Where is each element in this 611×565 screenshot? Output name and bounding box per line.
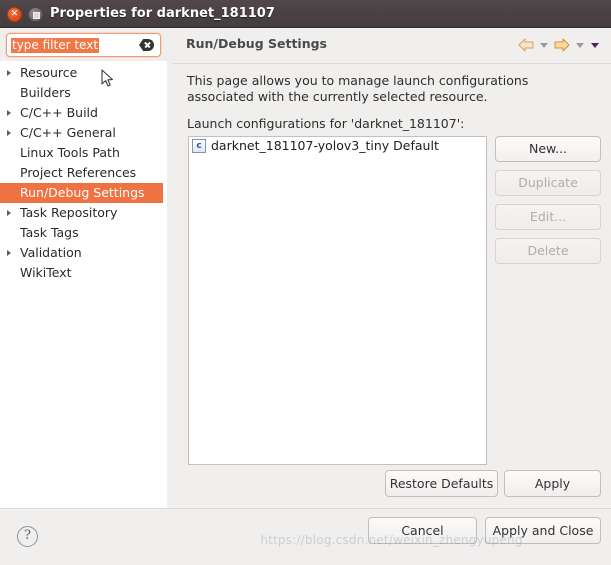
expand-triangle-icon[interactable] (7, 250, 11, 256)
forward-arrow-icon[interactable] (553, 37, 571, 53)
settings-sidebar: type filter text Resource Builders C/C++ B… (0, 29, 167, 508)
page-menu-chevron-down-icon[interactable] (589, 37, 601, 53)
new-button[interactable]: New... (495, 136, 601, 162)
page-header: Run/Debug Settings (172, 29, 611, 64)
c-launch-config-icon-letter: c (196, 141, 202, 151)
expand-triangle-icon[interactable] (7, 130, 11, 136)
sidebar-item-task-repository[interactable]: Task Repository (0, 203, 167, 223)
sidebar-item-run-debug-settings[interactable]: Run/Debug Settings (0, 183, 163, 203)
list-item[interactable]: c darknet_181107-yolov3_tiny Default (189, 137, 486, 155)
filter-input-value: type filter text (11, 38, 100, 53)
main-panel: Run/Debug Settings This page allows you … (172, 29, 611, 508)
sidebar-item-label: Run/Debug Settings (20, 185, 145, 200)
chevron-down-glyph (540, 43, 548, 48)
sidebar-item-label: WikiText (20, 265, 72, 280)
clear-backspace-icon[interactable] (139, 39, 154, 51)
sidebar-item-label: Project References (20, 165, 137, 180)
settings-tree[interactable]: Resource Builders C/C++ Build C/C++ General… (0, 61, 167, 508)
close-glyph: ✕ (10, 9, 19, 19)
search-input[interactable]: type filter text (6, 33, 161, 57)
sidebar-item-label: Linux Tools Path (20, 145, 120, 160)
sidebar-item-project-references[interactable]: Project References (0, 163, 167, 183)
properties-dialog: ✕ Properties for darknet_181107 type fil… (0, 0, 611, 565)
sidebar-item-label: C/C++ General (20, 125, 116, 140)
restore-defaults-button[interactable]: Restore Defaults (385, 470, 498, 497)
window-title: Properties for darknet_181107 (50, 6, 275, 21)
forward-history-chevron-down-icon[interactable] (574, 37, 586, 53)
launch-config-list-label: Launch configurations for 'darknet_18110… (187, 116, 465, 131)
page-navigation (517, 37, 601, 53)
edit-button: Edit... (495, 204, 601, 230)
page-description: This page allows you to manage launch co… (187, 73, 529, 104)
c-launch-config-icon: c (192, 139, 206, 153)
sidebar-item-task-tags[interactable]: Task Tags (0, 223, 167, 243)
title-bar: ✕ Properties for darknet_181107 (0, 0, 611, 28)
sidebar-item-label: Task Repository (20, 205, 118, 220)
close-icon[interactable]: ✕ (7, 7, 22, 22)
sidebar-item-validation[interactable]: Validation (0, 243, 167, 263)
launch-config-name: darknet_181107-yolov3_tiny Default (211, 138, 439, 153)
sidebar-item-label: Task Tags (20, 225, 79, 240)
duplicate-button: Duplicate (495, 170, 601, 196)
launch-config-list[interactable]: c darknet_181107-yolov3_tiny Default (188, 136, 487, 465)
help-question-icon[interactable]: ? (17, 526, 38, 547)
chevron-down-glyph (591, 43, 599, 48)
chevron-down-glyph (576, 43, 584, 48)
maximize-icon[interactable] (28, 7, 43, 22)
back-history-chevron-down-icon[interactable] (538, 37, 550, 53)
delete-button: Delete (495, 238, 601, 264)
sidebar-item-label: Resource (20, 65, 78, 80)
expand-triangle-icon[interactable] (7, 70, 11, 76)
sidebar-item-c-c-general[interactable]: C/C++ General (0, 123, 167, 143)
filter-area: type filter text (0, 29, 167, 61)
sidebar-item-wikitext[interactable]: WikiText (0, 263, 167, 283)
apply-and-close-button[interactable]: Apply and Close (485, 517, 601, 544)
sidebar-item-label: Builders (20, 85, 71, 100)
apply-button[interactable]: Apply (504, 470, 601, 497)
sidebar-item-label: C/C++ Build (20, 105, 98, 120)
sidebar-item-c-c-build[interactable]: C/C++ Build (0, 103, 167, 123)
header-divider (172, 63, 611, 64)
sidebar-item-builders[interactable]: Builders (0, 83, 167, 103)
maximize-glyph (33, 12, 40, 19)
sidebar-item-label: Validation (20, 245, 82, 260)
expand-triangle-icon[interactable] (7, 210, 11, 216)
back-arrow-icon[interactable] (517, 37, 535, 53)
cancel-button[interactable]: Cancel (368, 517, 477, 544)
sidebar-item-linux-tools-path[interactable]: Linux Tools Path (0, 143, 167, 163)
expand-triangle-icon[interactable] (7, 110, 11, 116)
page-title: Run/Debug Settings (186, 36, 327, 51)
sidebar-item-resource[interactable]: Resource (0, 63, 167, 83)
